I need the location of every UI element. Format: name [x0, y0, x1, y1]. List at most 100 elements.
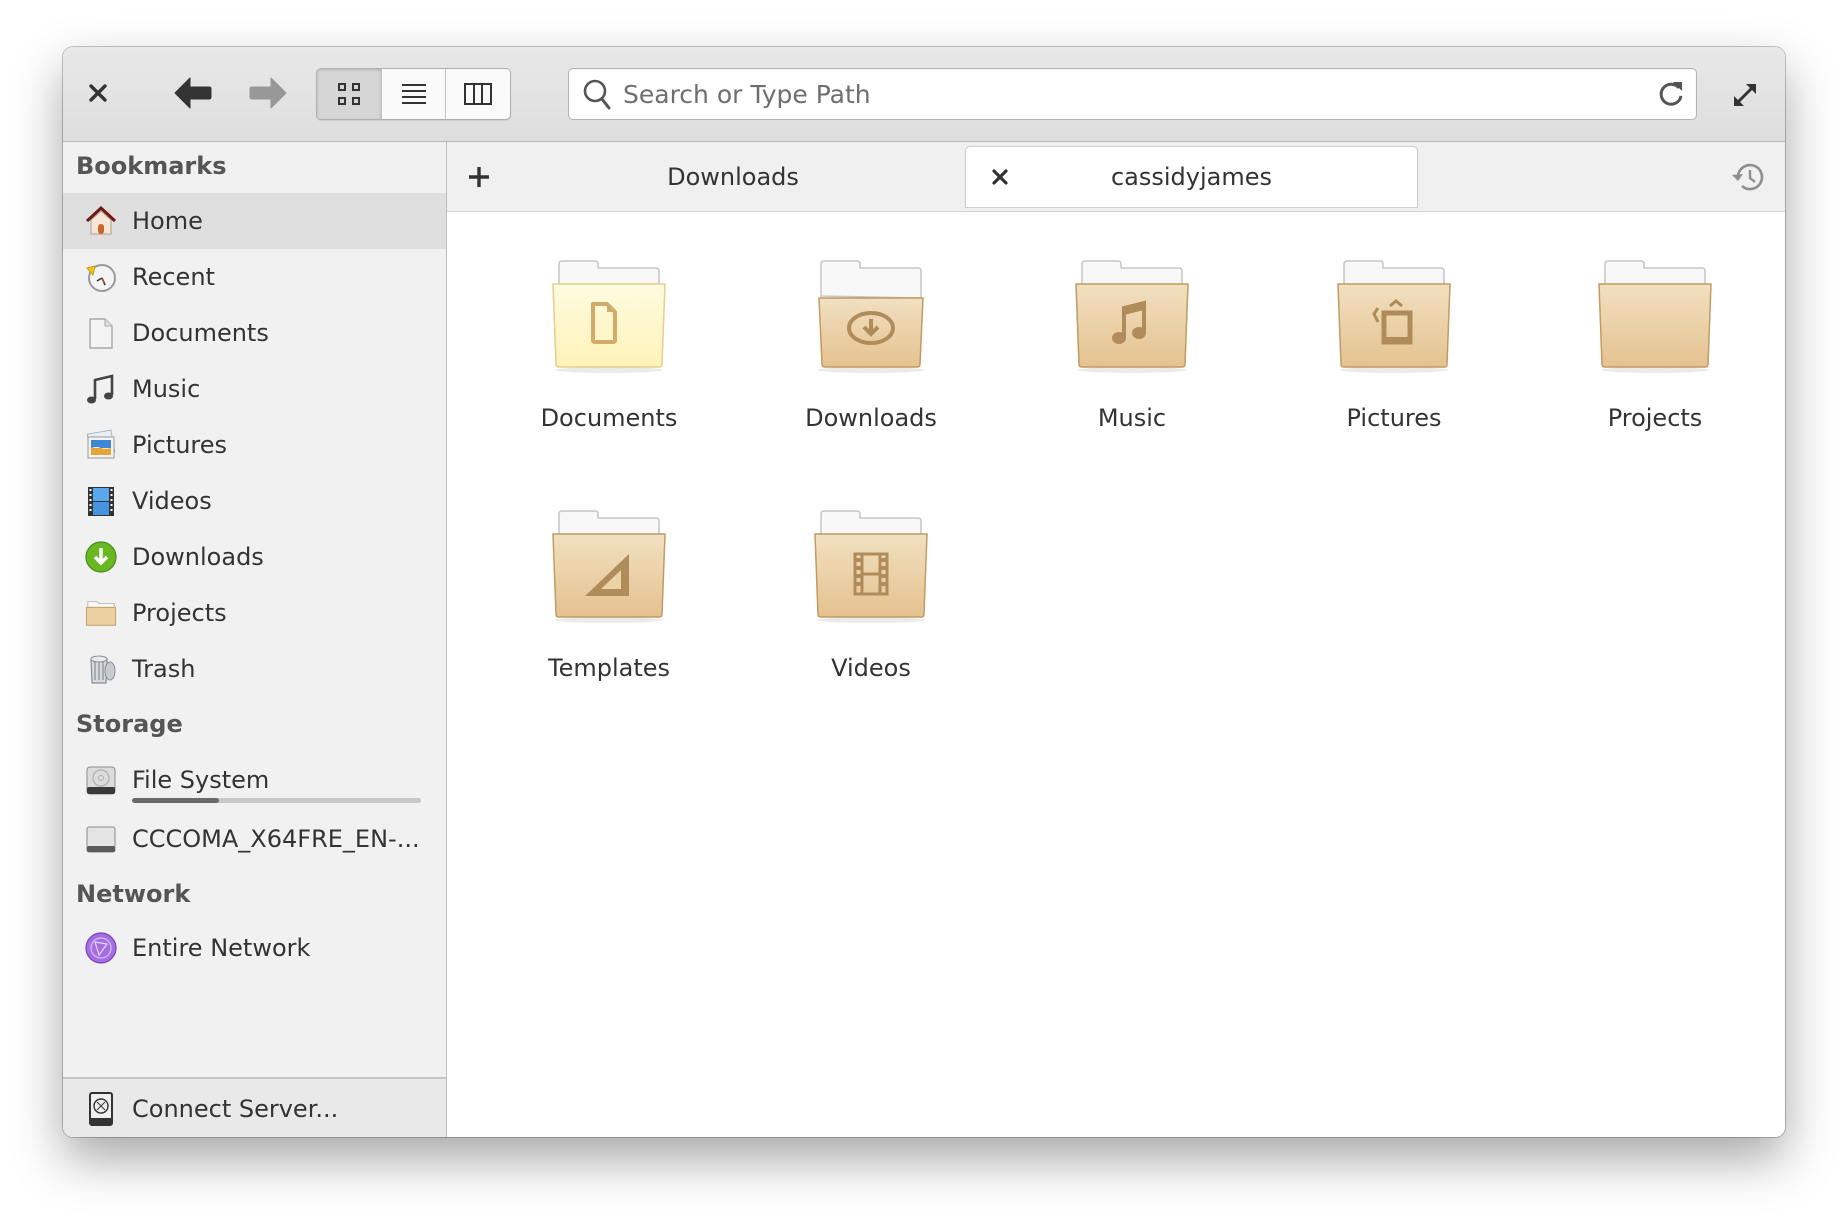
plus-icon	[469, 167, 489, 187]
column-view-button[interactable]	[446, 69, 510, 119]
tab-close-button[interactable]	[986, 163, 1014, 191]
arrow-left-icon	[174, 77, 212, 109]
list-view-button[interactable]	[382, 69, 447, 119]
folder-item[interactable]: Documents	[509, 258, 709, 468]
folder-icon	[817, 260, 925, 373]
sidebar-item-label: Recent	[132, 263, 215, 291]
hard-drive-icon	[85, 764, 117, 796]
sidebar-item-videos[interactable]: Videos	[63, 473, 446, 529]
columns-icon	[464, 83, 493, 105]
sidebar-item-label: Videos	[132, 487, 212, 515]
sidebar-item-label: Projects	[132, 599, 227, 627]
sidebar-item-label: Entire Network	[132, 934, 311, 962]
connect-server-label: Connect Server...	[132, 1095, 339, 1123]
list-icon	[401, 84, 426, 104]
download-icon	[85, 541, 117, 573]
network-icon	[85, 932, 117, 964]
sidebar-item-removable-drive[interactable]: CCCOMA_X64FRE_EN-...	[63, 811, 446, 867]
home-icon	[85, 205, 117, 237]
network-heading: Network	[76, 880, 191, 908]
header-bar	[63, 47, 1785, 142]
pictures-icon	[85, 429, 117, 461]
folder-name: Documents	[540, 404, 678, 432]
sidebar-item-file-system[interactable]: File System	[63, 750, 446, 810]
close-icon	[992, 169, 1008, 185]
folder-icon	[1075, 260, 1189, 373]
sidebar-footer: Connect Server...	[63, 1077, 446, 1137]
search-input[interactable]	[623, 79, 1646, 109]
closed-tabs-history-button[interactable]	[1729, 158, 1767, 196]
tab-label: Downloads	[667, 163, 799, 191]
folder-name: Music	[1097, 404, 1167, 432]
sidebar-item-label: Trash	[132, 655, 196, 683]
sidebar-item-music[interactable]: Music	[63, 361, 446, 417]
sidebar-item-downloads[interactable]: Downloads	[63, 529, 446, 585]
recent-icon	[85, 261, 117, 293]
bookmarks-heading: Bookmarks	[76, 152, 227, 180]
folder-icon	[85, 597, 117, 629]
file-manager-window: Bookmarks Home Rece	[63, 47, 1785, 1137]
search-icon	[579, 78, 615, 110]
sidebar-item-label: CCCOMA_X64FRE_EN-...	[132, 825, 420, 853]
folder-icon	[814, 510, 928, 623]
storage-heading: Storage	[76, 710, 183, 738]
sidebar-item-label: File System	[132, 766, 270, 794]
tab-label: cassidyjames	[1110, 163, 1273, 191]
folder-name: Projects	[1607, 404, 1703, 432]
folder-item[interactable]: Templates	[509, 508, 709, 718]
sidebar: Bookmarks Home Recent Documents Music Pi…	[63, 142, 447, 1137]
back-button[interactable]	[168, 72, 218, 114]
folder-item[interactable]: Music	[1032, 258, 1232, 468]
removable-drive-icon	[85, 823, 117, 855]
connect-server-icon	[85, 1092, 117, 1126]
videos-icon	[85, 485, 117, 517]
location-bar	[568, 68, 1697, 120]
maximize-icon	[1733, 83, 1757, 107]
close-icon	[89, 84, 107, 102]
new-tab-button[interactable]	[459, 159, 499, 195]
folder-name: Templates	[547, 654, 670, 682]
grid-icon	[337, 83, 360, 105]
file-icon-view: Documents Downloads Music Pictures Proje…	[447, 212, 1785, 1137]
trash-icon	[85, 653, 117, 685]
sidebar-item-entire-network[interactable]: Entire Network	[63, 920, 446, 976]
disk-usage-bar	[132, 798, 421, 803]
folder-item[interactable]: Downloads	[771, 258, 971, 468]
folder-icon	[1337, 260, 1451, 373]
folder-icon	[552, 260, 666, 373]
reload-button[interactable]	[1646, 79, 1696, 109]
sidebar-item-pictures[interactable]: Pictures	[63, 417, 446, 473]
folder-item[interactable]: Pictures	[1294, 258, 1494, 468]
tab-cassidyjames[interactable]: cassidyjames	[965, 146, 1418, 208]
history-icon	[1732, 163, 1764, 191]
sidebar-item-label: Home	[132, 207, 203, 235]
sidebar-item-documents[interactable]: Documents	[63, 305, 446, 361]
sidebar-item-recent[interactable]: Recent	[63, 249, 446, 305]
sidebar-item-label: Pictures	[132, 431, 228, 459]
folder-item[interactable]: Projects	[1555, 258, 1755, 468]
view-switcher	[316, 68, 511, 120]
sidebar-item-projects[interactable]: Projects	[63, 585, 446, 641]
arrow-right-icon	[249, 77, 287, 109]
folder-name: Downloads	[805, 404, 937, 432]
folder-name: Pictures	[1346, 404, 1442, 432]
sidebar-item-home[interactable]: Home	[63, 193, 446, 249]
folder-name: Videos	[831, 654, 911, 682]
sidebar-item-label: Documents	[132, 319, 269, 347]
sidebar-item-label: Music	[132, 375, 201, 403]
connect-server-button[interactable]: Connect Server...	[63, 1081, 446, 1137]
folder-icon	[552, 510, 666, 623]
document-icon	[85, 317, 117, 349]
folder-item[interactable]: Videos	[771, 508, 971, 718]
window-close-button[interactable]	[78, 73, 118, 113]
folder-icon	[1598, 260, 1712, 373]
forward-button[interactable]	[243, 72, 293, 114]
sidebar-item-label: Downloads	[132, 543, 264, 571]
music-icon	[85, 373, 117, 405]
tab-downloads[interactable]: Downloads	[513, 146, 953, 208]
sidebar-item-trash[interactable]: Trash	[63, 641, 446, 697]
reload-icon	[1659, 82, 1683, 106]
maximize-button[interactable]	[1723, 73, 1767, 117]
disk-usage-fill	[132, 798, 219, 803]
icon-view-button[interactable]	[317, 69, 382, 119]
